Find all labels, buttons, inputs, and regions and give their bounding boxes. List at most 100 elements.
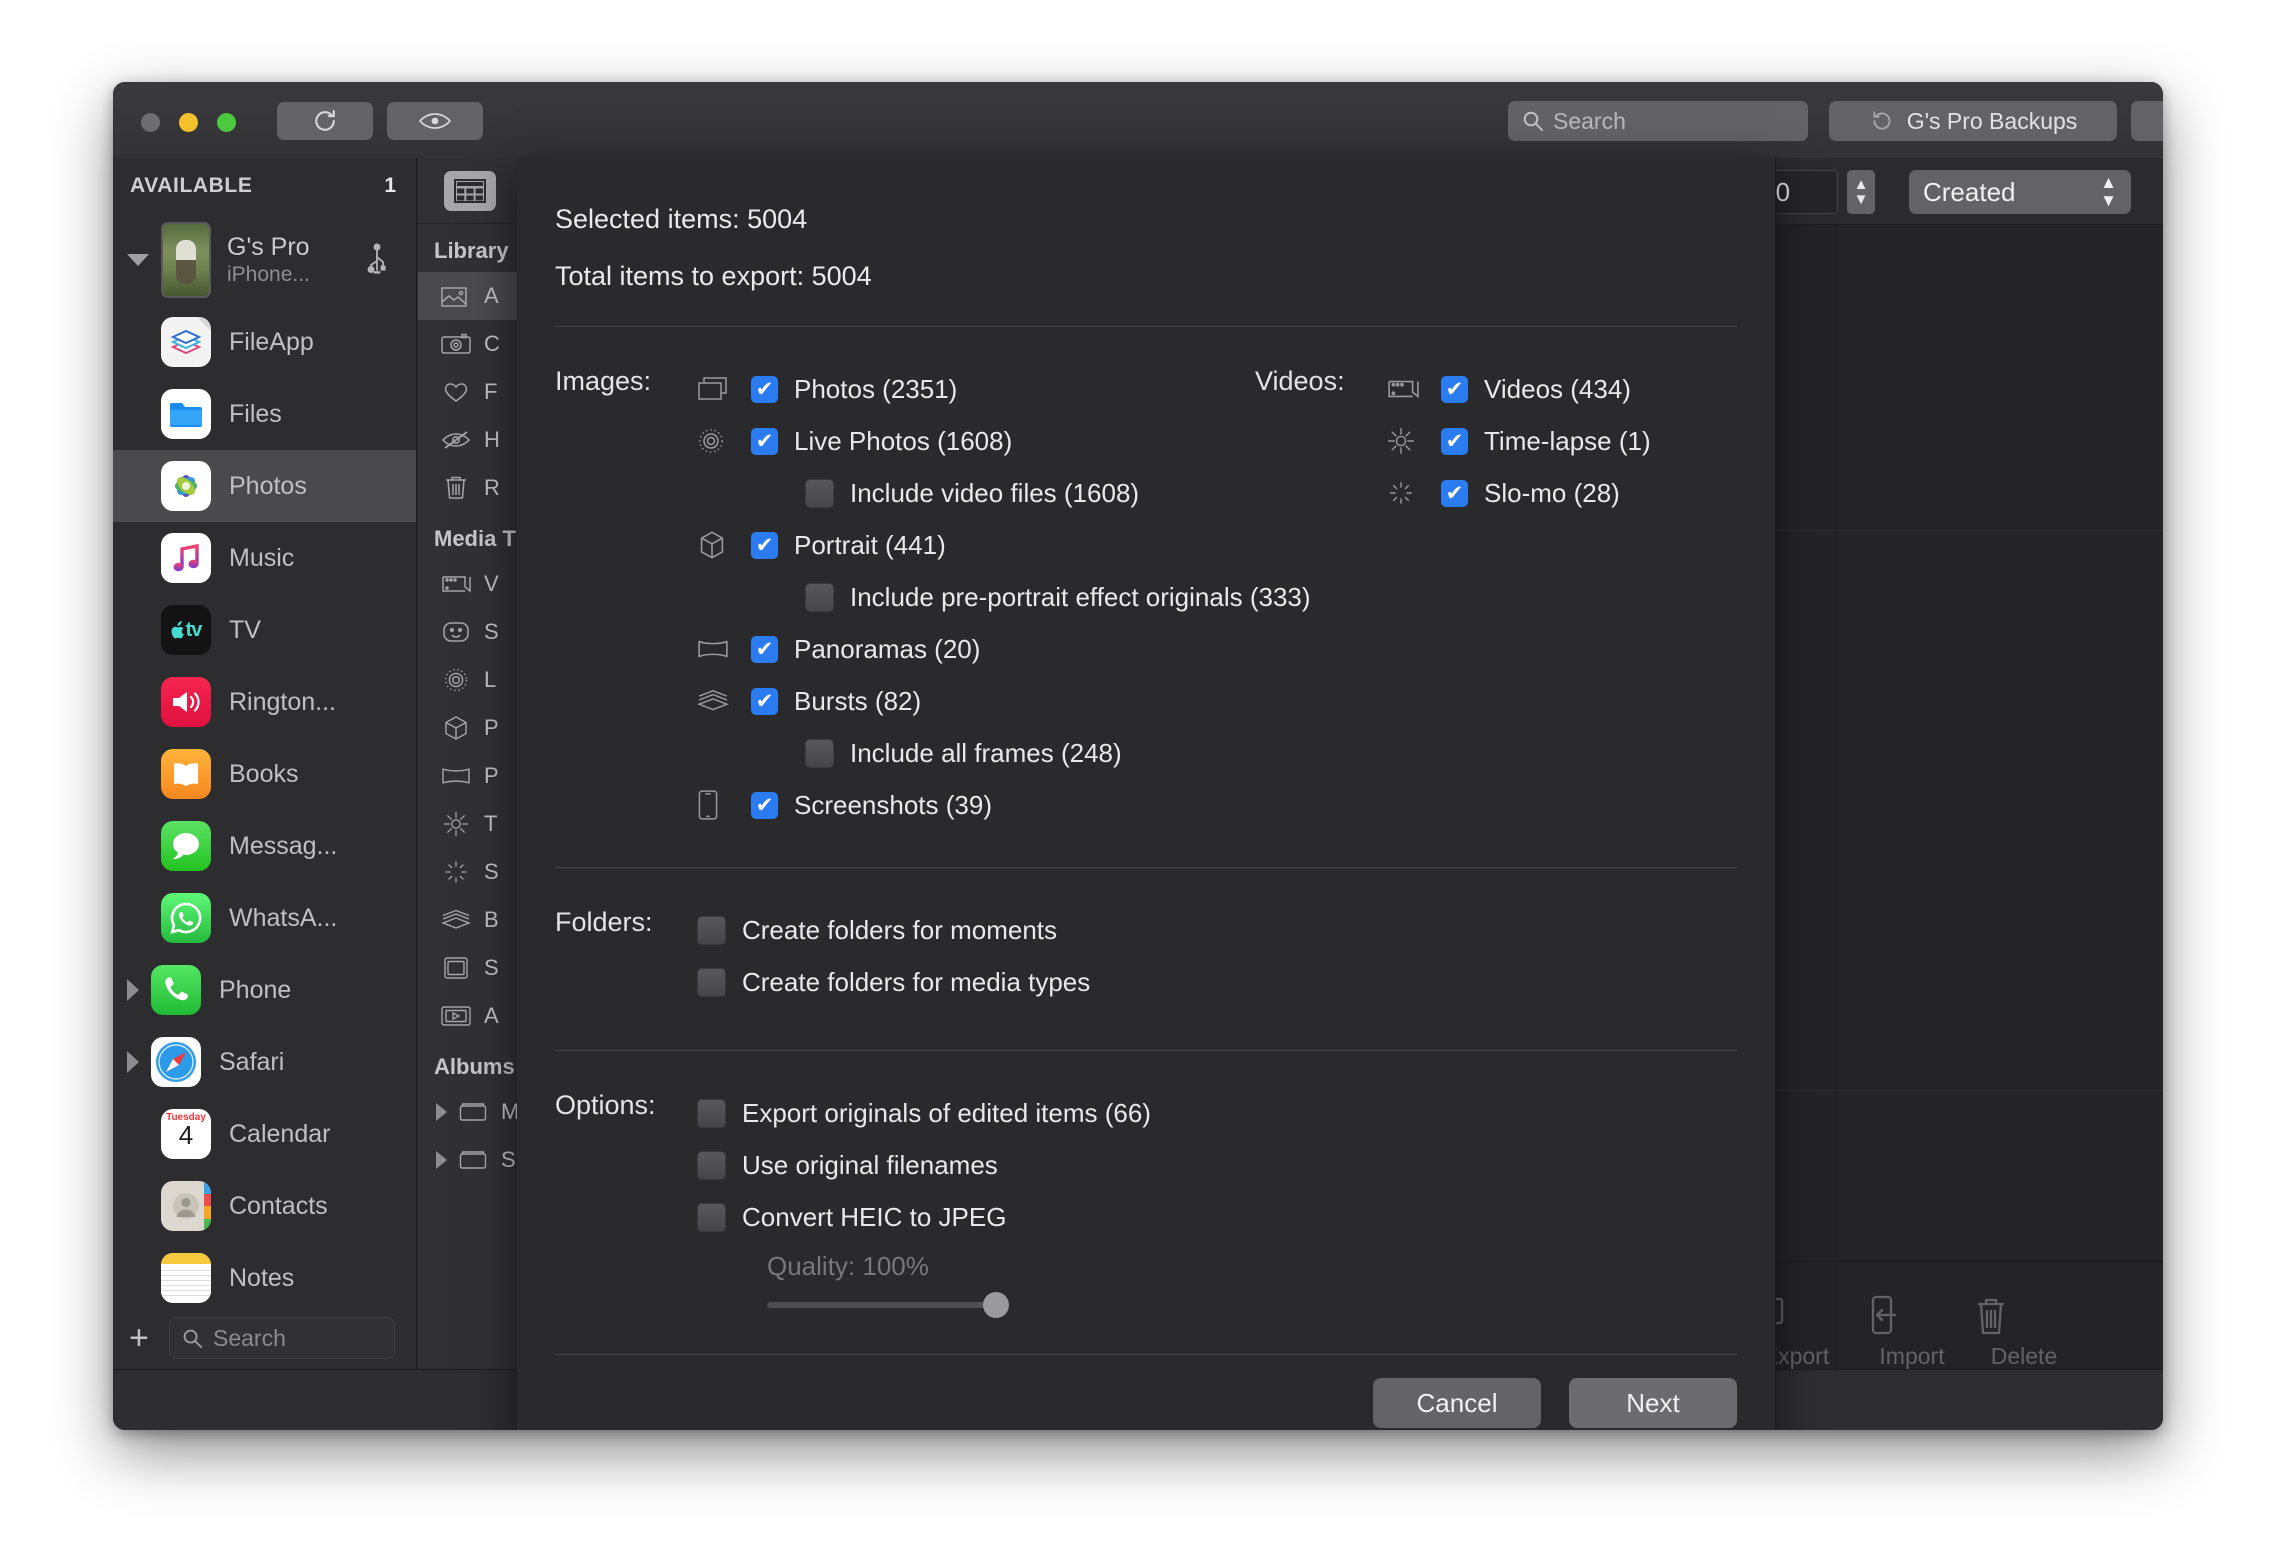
calendar-icon: Tuesday 4 — [161, 1109, 211, 1159]
images-checkbox-list: ✔ Photos (2351) ✔ Live Photos (1608) Include… — [697, 363, 1311, 831]
close-window-button[interactable] — [141, 113, 160, 132]
delete-button[interactable]: Delete — [1969, 1295, 2079, 1370]
checkbox-row[interactable]: Create folders for moments — [697, 904, 1737, 956]
checkbox-row[interactable]: ✔ Panoramas (20) — [697, 623, 1311, 675]
sidebar-item-safari[interactable]: Safari — [113, 1026, 416, 1098]
library-item-selfie[interactable]: S — [418, 608, 524, 656]
sidebar-item-calendar[interactable]: Tuesday 4 Calendar — [113, 1098, 416, 1170]
checkbox[interactable] — [697, 1202, 726, 1232]
chevron-down-icon[interactable]: ▼ — [1854, 192, 1869, 207]
checkbox-row[interactable]: Include pre-portrait effect originals (3… — [697, 571, 1311, 623]
sidebar-item-rington[interactable]: Rington... — [113, 666, 416, 738]
sidebar-item-contacts[interactable]: Contacts — [113, 1170, 416, 1242]
sidebar-item-music[interactable]: Music — [113, 522, 416, 594]
chevron-up-icon[interactable]: ▲ — [1854, 177, 1869, 192]
checkbox-row[interactable]: ✔ Portrait (441) — [697, 519, 1311, 571]
sidebar-item-label: WhatsA... — [229, 903, 338, 932]
cancel-button[interactable]: Cancel — [1373, 1378, 1541, 1428]
preview-button[interactable] — [387, 102, 483, 140]
date-stepper[interactable]: ▲ ▼ — [1847, 170, 1875, 214]
checkbox-row[interactable]: ✔ Bursts (82) — [697, 675, 1311, 727]
minimize-window-button[interactable] — [179, 113, 198, 132]
checkbox-row[interactable]: Convert HEIC to JPEG — [697, 1191, 1737, 1243]
disclosure-triangle-icon[interactable] — [127, 254, 149, 266]
library-item-hidden[interactable]: H — [418, 416, 524, 464]
library-item-animated[interactable]: A — [418, 992, 524, 1040]
checkbox[interactable]: ✔ — [1441, 427, 1468, 455]
checkbox-row[interactable]: ✔ Slo-mo (28) — [1387, 467, 1651, 519]
checkbox-row[interactable]: Use original filenames — [697, 1139, 1737, 1191]
sidebar-item-notes[interactable]: Notes — [113, 1242, 416, 1314]
sidebar-item-phone[interactable]: Phone — [113, 954, 416, 1026]
sync-button[interactable]: ↓↑ — [2131, 101, 2163, 141]
sidebar-item-books[interactable]: Books — [113, 738, 416, 810]
grid-view-button[interactable] — [444, 170, 496, 211]
sidebar-item-files[interactable]: Files — [113, 378, 416, 450]
library-item-all-photos[interactable]: A — [418, 272, 524, 320]
next-button[interactable]: Next — [1569, 1378, 1737, 1428]
maximize-window-button[interactable] — [217, 113, 236, 132]
sidebar-item-whatsa[interactable]: WhatsA... — [113, 882, 416, 954]
files-icon — [161, 389, 211, 439]
library-item-screenshot[interactable]: S — [418, 944, 524, 992]
checkbox-row[interactable]: ✔ Screenshots (39) — [697, 779, 1311, 831]
checkbox[interactable]: ✔ — [1441, 479, 1468, 507]
checkbox[interactable]: ✔ — [751, 791, 778, 819]
checkbox[interactable] — [805, 582, 834, 612]
checkbox-row[interactable]: Include all frames (248) — [697, 727, 1311, 779]
checkbox-row[interactable]: ✔ Time-lapse (1) — [1387, 415, 1651, 467]
library-item-timelapse[interactable]: T — [418, 800, 524, 848]
library-item-bursts[interactable]: B — [418, 896, 524, 944]
library-item-label: L — [484, 667, 497, 692]
checkbox[interactable] — [697, 1150, 726, 1180]
checkbox[interactable] — [697, 1098, 726, 1128]
refresh-button[interactable] — [277, 102, 373, 140]
quality-slider[interactable] — [767, 1292, 1009, 1318]
checkbox[interactable]: ✔ — [1441, 375, 1468, 403]
checkbox-row[interactable]: ✔ Photos (2351) — [697, 363, 1311, 415]
checkbox-row[interactable]: ✔ Live Photos (1608) — [697, 415, 1311, 467]
quality-slider-knob[interactable] — [983, 1292, 1009, 1318]
sidebar-item-messag[interactable]: Messag... — [113, 810, 416, 882]
checkbox[interactable]: ✔ — [751, 375, 778, 403]
library-item-video[interactable]: V — [418, 560, 524, 608]
sidebar-item-tv[interactable]: tv TV — [113, 594, 416, 666]
sidebar-search-input[interactable]: Search — [169, 1317, 395, 1359]
checkbox[interactable]: ✔ — [751, 687, 778, 715]
disclosure-triangle-icon[interactable] — [127, 979, 139, 1001]
trash-icon — [436, 475, 476, 501]
disclosure-triangle-icon[interactable] — [436, 1103, 447, 1121]
checkbox[interactable]: ✔ — [751, 531, 778, 559]
backups-button[interactable]: G's Pro Backups — [1829, 101, 2117, 141]
library-item-portrait[interactable]: P — [418, 704, 524, 752]
disclosure-triangle-icon[interactable] — [127, 1051, 139, 1073]
library-item-camera-roll[interactable]: C — [418, 320, 524, 368]
checkbox[interactable] — [805, 478, 834, 508]
checkbox[interactable] — [697, 915, 726, 945]
checkbox-row[interactable]: ✔ Videos (434) — [1387, 363, 1651, 415]
sidebar-device-row[interactable]: G's Pro iPhone... — [113, 214, 416, 306]
sidebar-item-fileapp[interactable]: FileApp — [113, 306, 416, 378]
search-input[interactable]: Search — [1508, 101, 1808, 141]
checkbox-row[interactable]: Export originals of edited items (66) — [697, 1087, 1737, 1139]
library-item-album[interactable]: M — [418, 1088, 524, 1136]
library-item-live-photo[interactable]: L — [418, 656, 524, 704]
library-item-panorama[interactable]: P — [418, 752, 524, 800]
library-item-slomo[interactable]: S — [418, 848, 524, 896]
sidebar-item-photos[interactable]: Photos — [113, 450, 416, 522]
checkbox[interactable]: ✔ — [751, 635, 778, 663]
add-app-button[interactable]: + — [129, 1321, 169, 1355]
checkbox-row[interactable]: Include video files (1608) — [697, 467, 1311, 519]
library-item-album[interactable]: S — [418, 1136, 524, 1184]
disclosure-triangle-icon[interactable] — [436, 1151, 447, 1169]
checkbox[interactable] — [697, 967, 726, 997]
import-button[interactable]: Import — [1857, 1295, 1967, 1370]
options-section: Options: Export originals of edited item… — [555, 1051, 1737, 1318]
sort-by-select[interactable]: Created ▲ ▼ — [1909, 170, 2131, 214]
checkbox[interactable] — [805, 738, 834, 768]
checkbox[interactable]: ✔ — [751, 427, 778, 455]
library-item-trash[interactable]: R — [418, 464, 524, 512]
checkbox-row[interactable]: Create folders for media types — [697, 956, 1737, 1008]
library-item-heart[interactable]: F — [418, 368, 524, 416]
music-icon — [161, 533, 211, 583]
